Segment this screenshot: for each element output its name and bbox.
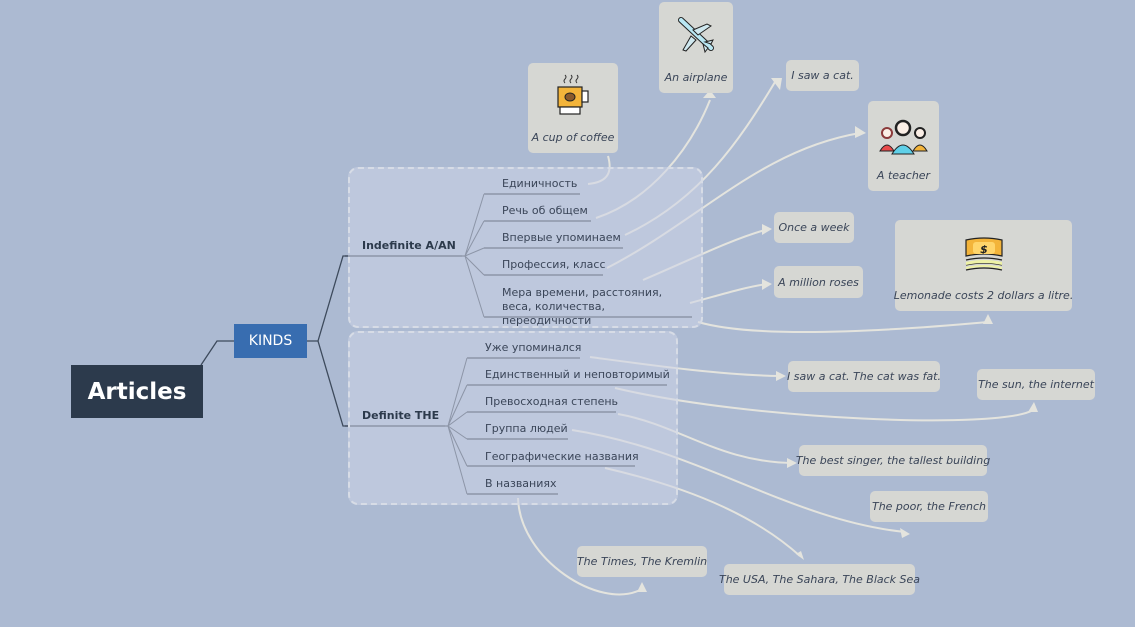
example-text-usa-sahara: The USA, The Sahara, The Black Sea (718, 573, 921, 586)
example-text-airplane: An airplane (664, 71, 728, 84)
example-card-lemonade[interactable]: $ Lemonade costs 2 dollars a litre. (893, 220, 1074, 311)
kinds-node[interactable]: KINDS (234, 324, 307, 358)
topic-definite-3[interactable]: Превосходная степень (485, 395, 618, 409)
topic-indefinite-3[interactable]: Впервые упоминаем (502, 231, 621, 245)
example-card-coffee[interactable]: A cup of coffee (528, 63, 618, 153)
example-text-poor-french: The poor, the French (871, 500, 987, 513)
example-text-cat-fat: I saw a cat. The cat was fat. (787, 370, 941, 383)
topic-indefinite-4[interactable]: Профессия, класс (502, 258, 606, 272)
example-text-best-singer: The best singer, the tallest building (795, 454, 991, 467)
root-to-kinds-line (200, 340, 234, 366)
branch-indefinite[interactable]: Indefinite A/AN (362, 239, 456, 252)
root-label: Articles (87, 378, 187, 405)
people-icon (878, 119, 928, 155)
example-text-coffee: A cup of coffee (531, 131, 615, 144)
example-card-best-singer[interactable]: The best singer, the tallest building (795, 445, 991, 476)
topic-definite-2[interactable]: Единственный и неповторимый (485, 368, 670, 382)
example-card-cat-fat[interactable]: I saw a cat. The cat was fat. (787, 361, 941, 392)
coffee-cup-icon (557, 74, 589, 115)
example-card-sun-internet[interactable]: The sun, the internet (977, 369, 1095, 400)
root-node[interactable]: Articles (71, 365, 203, 418)
example-card-poor-french[interactable]: The poor, the French (870, 491, 988, 522)
topic-indefinite-2[interactable]: Речь об общем (502, 204, 588, 218)
example-text-lemonade: Lemonade costs 2 dollars a litre. (893, 289, 1074, 302)
topic-definite-5[interactable]: Географические названия (485, 450, 639, 464)
example-card-airplane[interactable]: An airplane (659, 2, 733, 93)
topic-definite-6[interactable]: В названиях (485, 477, 557, 491)
example-card-times-kremlin[interactable]: The Times, The Kremlin (577, 546, 707, 577)
example-text-once-a-week: Once a week (778, 221, 850, 234)
example-text-sun-internet: The sun, the internet (978, 378, 1094, 391)
example-card-million-roses[interactable]: A million roses (774, 266, 863, 298)
topic-indefinite-1[interactable]: Единичность (502, 177, 577, 191)
example-card-cat[interactable]: I saw a cat. (786, 60, 859, 91)
example-text-teacher: A teacher (876, 169, 931, 182)
example-card-teacher[interactable]: A teacher (868, 101, 939, 191)
branch-definite[interactable]: Definite THE (362, 409, 439, 422)
example-text-times-kremlin: The Times, The Kremlin (576, 555, 708, 568)
topic-definite-4[interactable]: Группа людей (485, 422, 568, 436)
topic-indefinite-5[interactable]: Мера времени, расстояния, веса, количест… (502, 286, 692, 328)
airplane-icon (678, 17, 714, 54)
example-card-once-a-week[interactable]: Once a week (774, 212, 854, 243)
topic-definite-1[interactable]: Уже упоминался (485, 341, 581, 355)
mind-map-canvas: Articles KINDS Indefinite A/AN Definite … (0, 0, 1135, 627)
money-icon: $ (964, 237, 1003, 271)
svg-text:$: $ (980, 243, 988, 256)
kinds-label: KINDS (248, 333, 293, 349)
example-card-usa-sahara[interactable]: The USA, The Sahara, The Black Sea (719, 564, 920, 595)
example-text-million-roses: A million roses (778, 275, 859, 289)
example-text-cat: I saw a cat. (791, 69, 854, 82)
